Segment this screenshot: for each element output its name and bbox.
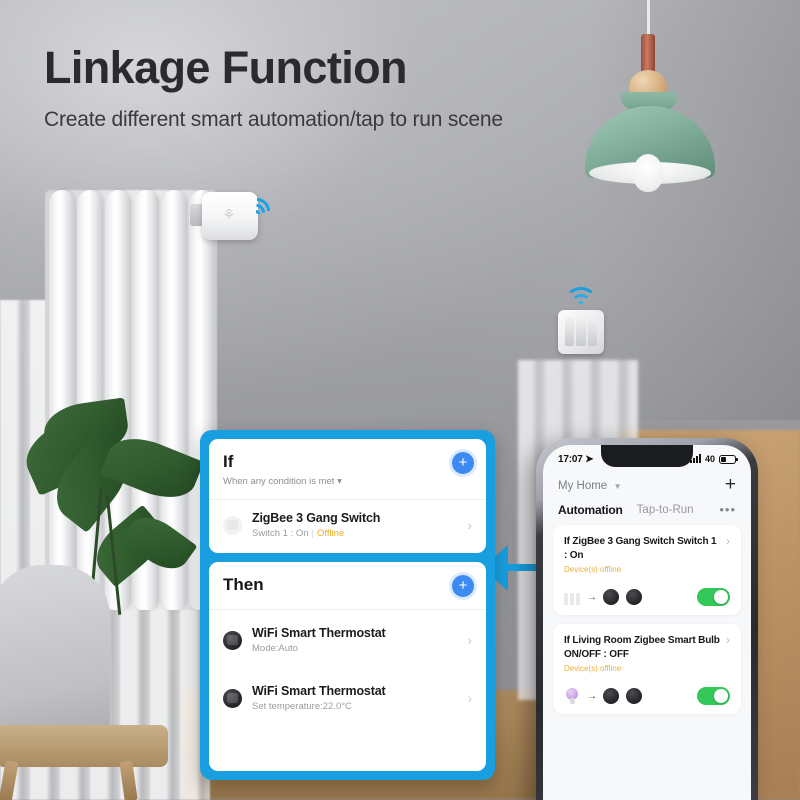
then-panel: Then + WiFi Smart Thermostat Mode:Auto ›…	[209, 562, 486, 771]
automation-status: Device(s) offline	[564, 565, 622, 574]
tab-tap-to-run[interactable]: Tap-to-Run	[637, 504, 694, 516]
chevron-down-icon: ▼	[613, 482, 622, 491]
tab-bar: Automation Tap-to-Run •••	[543, 496, 751, 525]
page-title: Linkage Function	[44, 42, 408, 93]
automation-detail-card: If When any condition is met ▾ + ZigBee …	[200, 430, 495, 780]
if-panel-title: If	[223, 452, 234, 471]
condition-device-name: ZigBee 3 Gang Switch	[252, 511, 381, 525]
if-panel: If When any condition is met ▾ + ZigBee …	[209, 439, 486, 553]
offline-badge: Offline	[316, 528, 345, 539]
promo-scene: ⚘ Linkage Function Create different smar…	[0, 0, 800, 800]
automation-title: If ZigBee 3 Gang Switch Switch 1 : On	[564, 536, 717, 561]
wall-switch-icon	[564, 589, 580, 605]
automation-list: If ZigBee 3 Gang Switch Switch 1 : On › …	[543, 525, 751, 714]
thermostat-icon	[223, 688, 242, 708]
automation-toggle[interactable]	[697, 687, 730, 705]
action-device-name: WiFi Smart Thermostat	[252, 684, 386, 698]
tab-automation[interactable]: Automation	[558, 503, 623, 517]
wifi-signal-icon-switch	[565, 285, 598, 311]
then-panel-title: Then	[223, 575, 264, 594]
phone-notch	[601, 445, 693, 467]
thermostat-icon	[626, 589, 642, 605]
arrow-right-icon: →	[587, 690, 597, 702]
bulb-icon	[564, 687, 580, 705]
light-bulb-icon	[633, 154, 663, 192]
wall-switch-icon	[223, 515, 242, 535]
condition-device-meta: Switch 1 : On | Offline	[252, 528, 345, 539]
automation-list-item[interactable]: If Living Room Zigbee Smart Bulb ON/OFF …	[553, 624, 741, 714]
action-device-meta: Set temperature:22.0°C	[252, 701, 352, 712]
chevron-right-icon: ›	[726, 633, 730, 647]
condition-row[interactable]: ZigBee 3 Gang Switch Switch 1 : On | Offli…	[223, 500, 472, 541]
automation-list-item[interactable]: If ZigBee 3 Gang Switch Switch 1 : On › …	[553, 525, 741, 615]
battery-icon	[719, 454, 738, 464]
chevron-right-icon: ›	[467, 517, 472, 533]
home-bar: My Home ▼ +	[543, 467, 751, 496]
chevron-right-icon: ›	[467, 632, 472, 648]
pendant-lamp	[575, 0, 725, 196]
chevron-down-icon: ▾	[337, 476, 342, 487]
add-condition-button[interactable]: +	[452, 452, 474, 474]
chevron-right-icon: ›	[726, 534, 730, 548]
thermostat-icon	[603, 589, 619, 605]
armchair	[0, 565, 170, 800]
more-options-icon[interactable]: •••	[719, 503, 736, 516]
valve-glyph-icon: ⚘	[222, 207, 236, 224]
automation-toggle[interactable]	[697, 588, 730, 606]
chevron-right-icon: ›	[467, 690, 472, 706]
phone-mockup: 17:07 ➤ 40 My Home ▼ + Automation Tap-to…	[536, 438, 758, 800]
action-device-name: WiFi Smart Thermostat	[252, 626, 386, 640]
phone-screen: 17:07 ➤ 40 My Home ▼ + Automation Tap-to…	[543, 445, 751, 800]
thermostat-icon	[603, 688, 619, 704]
if-panel-subtitle: When any condition is met	[223, 476, 335, 487]
home-selector[interactable]: My Home ▼	[558, 476, 622, 494]
wifi-signal-icon-radiator	[238, 192, 280, 230]
thermostat-icon	[223, 630, 242, 650]
if-panel-condition-selector[interactable]: When any condition is met ▾	[223, 476, 472, 487]
automation-title: If Living Room Zigbee Smart Bulb ON/OFF …	[564, 635, 720, 660]
page-subtitle: Create different smart automation/tap to…	[44, 108, 503, 131]
automation-status: Device(s) offline	[564, 664, 622, 673]
add-automation-button[interactable]: +	[725, 475, 736, 494]
battery-percent: 40	[704, 454, 715, 464]
status-time: 17:07 ➤	[558, 453, 594, 465]
location-arrow-icon: ➤	[585, 453, 594, 465]
action-row[interactable]: WiFi Smart Thermostat Mode:Auto ›	[223, 610, 472, 656]
arrow-right-icon: →	[587, 591, 597, 603]
wall-switch-device	[558, 310, 604, 354]
action-device-meta: Mode:Auto	[252, 643, 298, 654]
action-row[interactable]: WiFi Smart Thermostat Set temperature:22…	[223, 656, 472, 714]
thermostat-icon	[626, 688, 642, 704]
add-action-button[interactable]: +	[452, 575, 474, 597]
